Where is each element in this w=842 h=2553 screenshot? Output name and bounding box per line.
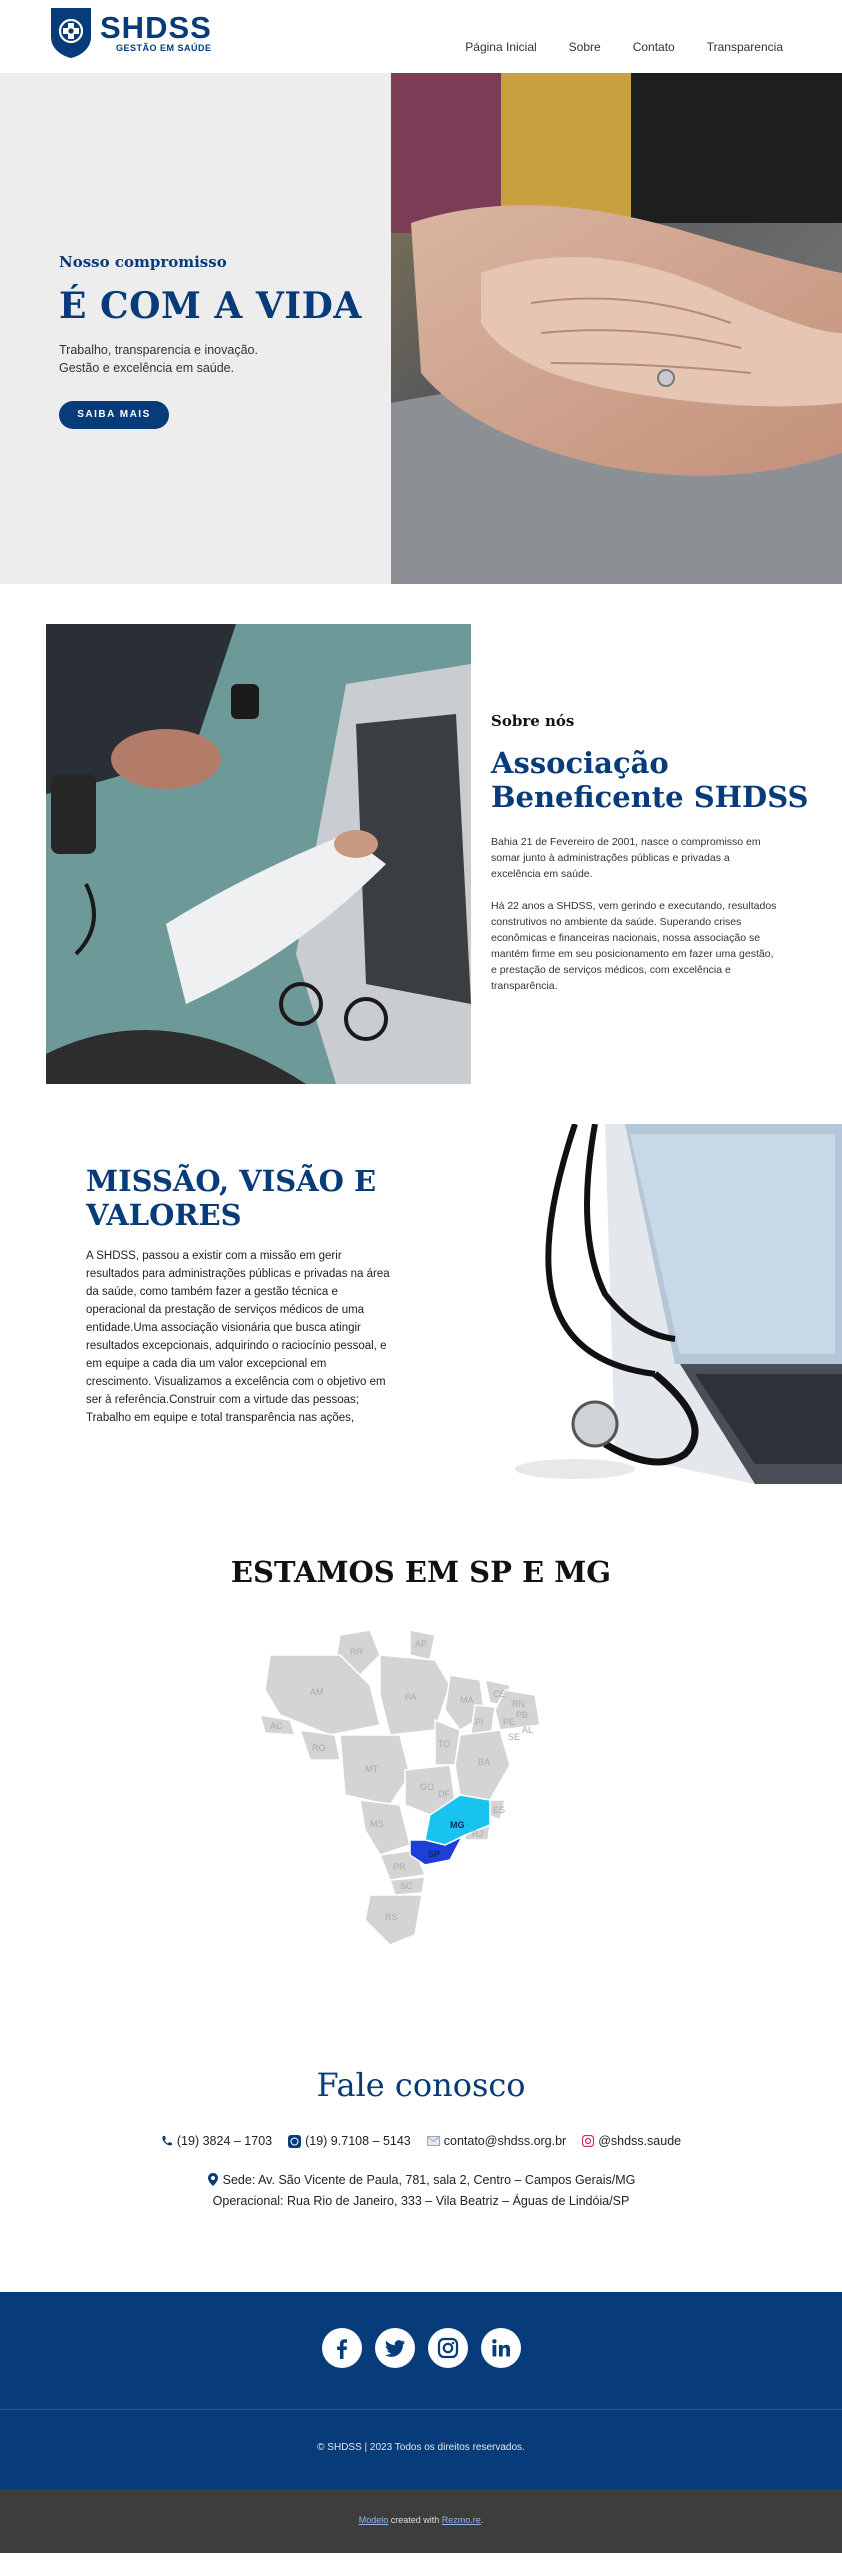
- label-to: TO: [438, 1739, 450, 1749]
- hero-image: [391, 73, 842, 584]
- email-icon: [426, 2136, 440, 2146]
- label-sp: SP: [428, 1849, 440, 1859]
- label-ap: AP: [415, 1639, 427, 1649]
- credit-middle: created with: [388, 2515, 442, 2525]
- phone-icon: [162, 2136, 172, 2146]
- label-pi: PI: [475, 1717, 484, 1727]
- label-rj: RJ: [472, 1829, 483, 1839]
- state-ms: [359, 1799, 411, 1856]
- label-go: GO: [420, 1782, 434, 1792]
- whatsapp-icon: [288, 2134, 302, 2148]
- copyright-text: © SHDSS | 2023 Todos os direitos reserva…: [317, 2442, 525, 2453]
- label-df: DF: [438, 1789, 450, 1799]
- contact-title: Fale conosco: [316, 2066, 526, 2104]
- instagram-item[interactable]: @shdss.saude: [582, 2134, 681, 2148]
- instagram-button[interactable]: [427, 2328, 468, 2368]
- nav-contact[interactable]: Contato: [633, 40, 675, 54]
- mission-text: A SHDSS, passou a existir com a missão e…: [86, 1250, 390, 1424]
- nav-about[interactable]: Sobre: [569, 40, 601, 54]
- linkedin-button[interactable]: [480, 2328, 521, 2368]
- twitter-icon: [384, 2340, 405, 2357]
- hero-line-1: Trabalho, transparencia e inovação.: [59, 343, 258, 357]
- label-pe: PE: [503, 1717, 515, 1727]
- about-image: [46, 624, 471, 1084]
- main-nav: Página Inicial Sobre Contato Transparenc…: [433, 40, 783, 54]
- label-pb: PB: [516, 1710, 528, 1720]
- hero-panel: Nosso compromisso É COM A VIDA Trabalho,…: [0, 73, 391, 584]
- label-ce: CE: [493, 1689, 506, 1699]
- about-eyebrow: Sobre nós: [491, 712, 575, 730]
- facebook-icon: [336, 2339, 347, 2359]
- label-pa: PA: [405, 1692, 416, 1702]
- label-rs: RS: [385, 1912, 398, 1922]
- learn-more-button[interactable]: SAIBA MAIS: [59, 401, 169, 429]
- nav-home[interactable]: Página Inicial: [465, 40, 536, 54]
- label-ba: BA: [478, 1757, 490, 1767]
- operacional-address: Operacional: Rua Rio de Janeiro, 333 – V…: [212, 2194, 630, 2208]
- address-sede: Sede: Av. São Vicente de Paula, 781, sal…: [0, 2173, 842, 2187]
- label-ac: AC: [270, 1721, 283, 1731]
- linkedin-icon: [491, 2339, 510, 2357]
- brand-name: SHDSS: [100, 10, 212, 45]
- sede-address: Sede: Av. São Vicente de Paula, 781, sal…: [222, 2173, 636, 2187]
- label-ro: RO: [312, 1743, 326, 1753]
- whatsapp-number: (19) 9.7108 – 5143: [305, 2134, 411, 2148]
- email-item[interactable]: contato@shdss.org.br: [426, 2134, 567, 2148]
- about-paragraph-2: Há 22 anos a SHDSS, vem gerindo e execut…: [491, 900, 777, 992]
- label-es: ES: [493, 1805, 505, 1815]
- about-section: Sobre nós Associação Beneficente SHDSS B…: [0, 584, 842, 1124]
- label-rr: RR: [350, 1647, 363, 1657]
- credit-text: Modelo created with Rezmo.re.: [0, 2515, 842, 2525]
- hero-title: É COM A VIDA: [59, 285, 362, 327]
- label-am: AM: [310, 1687, 324, 1697]
- label-mg: MG: [450, 1820, 465, 1830]
- about-paragraph-1: Bahia 21 de Fevereiro de 2001, nasce o c…: [491, 836, 761, 880]
- instagram-icon: [437, 2337, 458, 2359]
- phone-item[interactable]: (19) 3824 – 1703: [161, 2134, 272, 2148]
- instagram-handle: @shdss.saude: [598, 2134, 682, 2148]
- address-operacional: Operacional: Rua Rio de Janeiro, 333 – V…: [0, 2194, 842, 2208]
- email-address: contato@shdss.org.br: [443, 2134, 567, 2148]
- label-se: SE: [508, 1732, 520, 1742]
- label-ma: MA: [460, 1695, 474, 1705]
- footer-divider: [0, 2409, 842, 2410]
- site-footer: © SHDSS | 2023 Todos os direitos reserva…: [0, 2292, 842, 2489]
- phone-number: (19) 3824 – 1703: [176, 2134, 273, 2148]
- shield-logo-icon: [51, 8, 91, 58]
- brazil-map: RR AP AM PA MA CE RN PB PE AL SE PI AC R…: [250, 1615, 590, 1955]
- label-ms: MS: [370, 1819, 384, 1829]
- hero-eyebrow: Nosso compromisso: [59, 253, 227, 271]
- site-header: SHDSS GESTÃO EM SAÚDE Página Inicial Sob…: [0, 0, 842, 73]
- mission-image: [455, 1124, 842, 1484]
- credit-link-builder[interactable]: Rezmo.re: [442, 2515, 481, 2525]
- whatsapp-item[interactable]: (19) 9.7108 – 5143: [288, 2134, 411, 2148]
- about-title: Associação Beneficente SHDSS: [491, 746, 809, 814]
- mission-section: MISSÃO, VISÃO E VALORES A SHDSS, passou …: [0, 1124, 842, 1484]
- label-pr: PR: [393, 1862, 406, 1872]
- label-al: AL: [522, 1725, 533, 1735]
- credit-bar: Modelo created with Rezmo.re.: [0, 2489, 842, 2553]
- instagram-icon: [582, 2135, 595, 2147]
- mission-title: MISSÃO, VISÃO E VALORES: [86, 1164, 377, 1232]
- credit-link-model[interactable]: Modelo: [359, 2515, 389, 2525]
- label-rn: RN: [512, 1699, 525, 1709]
- states-title: ESTAMOS EM SP E MG: [230, 1555, 612, 1589]
- brand-logo[interactable]: SHDSS GESTÃO EM SAÚDE: [50, 7, 212, 59]
- hero-section: Nosso compromisso É COM A VIDA Trabalho,…: [0, 73, 842, 584]
- hero-text: Trabalho, transparencia e inovação. Gest…: [59, 341, 258, 377]
- location-pin-icon: [207, 2173, 218, 2186]
- brand-tagline: GESTÃO EM SAÚDE: [116, 43, 212, 53]
- social-links: [0, 2328, 842, 2368]
- credit-end: .: [480, 2515, 484, 2525]
- nav-transparency[interactable]: Transparencia: [707, 40, 783, 54]
- facebook-button[interactable]: [321, 2328, 362, 2368]
- label-mt: MT: [365, 1764, 378, 1774]
- twitter-button[interactable]: [374, 2328, 415, 2368]
- hero-line-2: Gestão e excelência em saúde.: [59, 361, 235, 375]
- label-sc: SC: [400, 1881, 413, 1891]
- contact-row: (19) 3824 – 1703 (19) 9.7108 – 5143 cont…: [0, 2134, 842, 2148]
